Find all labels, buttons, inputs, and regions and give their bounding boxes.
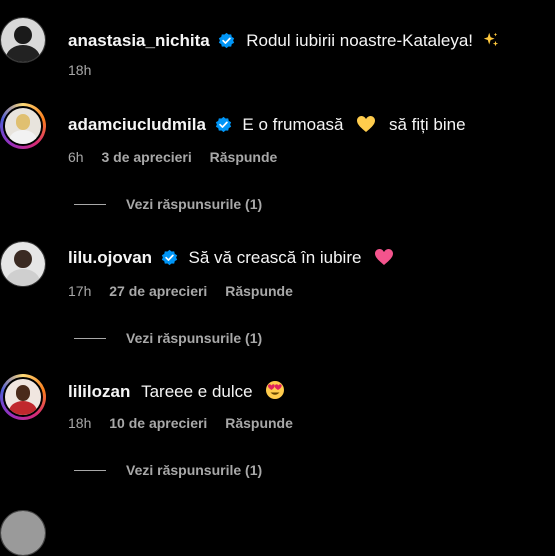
comment-username[interactable]: adamciucludmila [68,115,206,134]
comment-text: Tareee e dulce [141,382,253,401]
comment-time: 18h [68,415,92,431]
reply-button[interactable]: Răspunde [225,415,293,431]
view-replies-label: Vezi răspunsurile (1) [126,462,263,478]
view-replies-button[interactable]: Vezi răspunsurile (1) [74,196,262,212]
avatar[interactable] [0,374,46,420]
comment-text: Rodul iubirii noastre-Kataleya! [246,31,474,50]
verified-badge-icon [215,116,231,133]
likes-count[interactable]: 3 de aprecieri [101,149,191,165]
comment-time: 6h [68,149,84,165]
divider [74,338,106,339]
comment-username[interactable]: anastasia_nichita [68,31,210,50]
divider [74,470,106,471]
comment-username[interactable]: lilu.ojovan [68,248,152,267]
likes-count[interactable]: 10 de aprecieri [109,415,207,431]
view-replies-button[interactable]: Vezi răspunsurile (1) [74,330,262,346]
view-replies-label: Vezi răspunsurile (1) [126,196,263,212]
view-replies-label: Vezi răspunsurile (1) [126,330,263,346]
comment-time: 17h [68,283,92,299]
view-replies-button[interactable]: Vezi răspunsurile (1) [74,462,262,478]
avatar[interactable] [0,103,46,149]
heart-eyes-face-icon [266,381,285,399]
avatar[interactable] [0,241,46,287]
yellow-heart-icon [357,116,376,132]
comment-username[interactable]: lililozan [68,382,130,401]
sparkles-icon [483,32,498,47]
likes-count[interactable]: 27 de aprecieri [109,283,207,299]
reply-button[interactable]: Răspunde [225,283,293,299]
pink-heart-icon [375,249,394,265]
comment-text: Să vă crească în iubire [188,248,362,267]
avatar[interactable] [0,510,46,556]
reply-button[interactable]: Răspunde [210,149,278,165]
avatar[interactable] [0,17,46,63]
verified-badge-icon [219,32,235,49]
verified-badge-icon [161,249,177,266]
divider [74,204,106,205]
comment-time: 18h [68,62,92,78]
comment-text-continued: să fiți bine [388,115,466,134]
comment-text: E o frumoasă [242,115,344,134]
